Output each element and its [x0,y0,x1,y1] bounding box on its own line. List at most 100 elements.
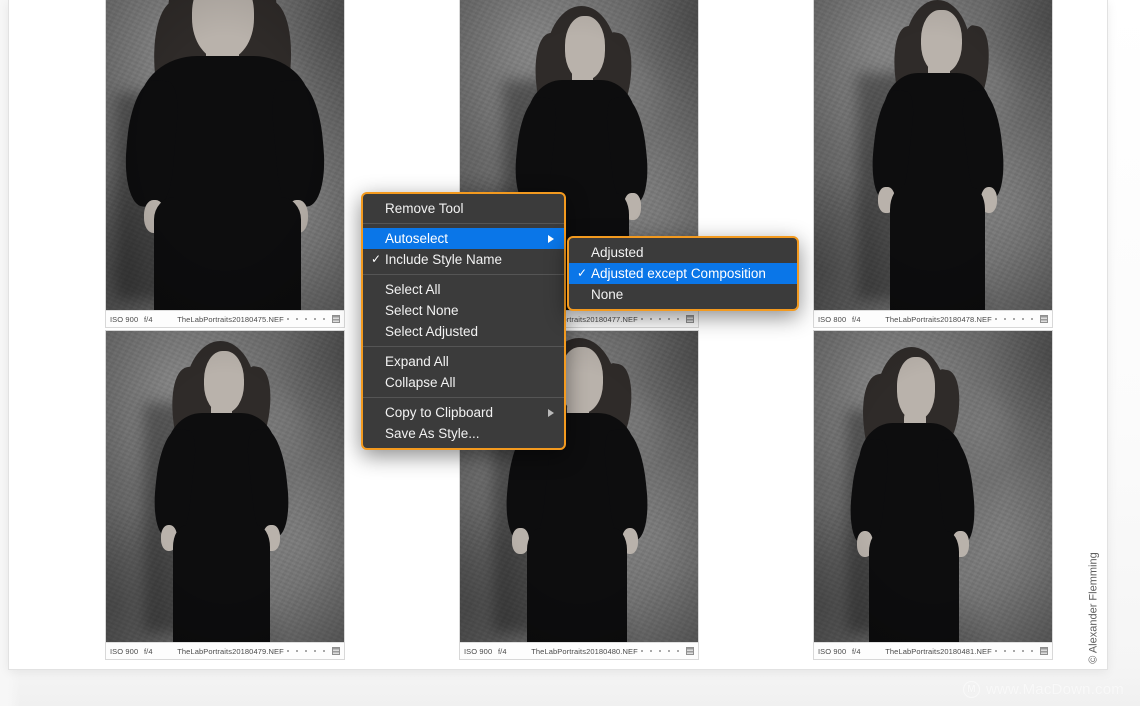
rating-stars[interactable] [995,318,1033,320]
watermark: M www.MacDown.com [963,681,1124,698]
photo-image[interactable] [814,0,1052,327]
menu-item-autoselect[interactable]: Autoselect [363,228,564,249]
menu-item-label: Expand All [385,351,554,372]
star-dot-icon[interactable] [287,318,289,320]
thumbnail-cell[interactable]: ISO 900 f/4 TheLabPortraits20180479.NEF [105,330,345,660]
iso-value: ISO 900 [110,315,144,324]
star-dot-icon[interactable] [668,318,670,320]
checkmark-icon: ✓ [371,249,385,270]
app-window: ISO 900 f/4 TheLabPortraits20180475.NEF [8,0,1108,670]
star-dot-icon[interactable] [995,318,997,320]
menu-item-label: None [591,284,787,305]
star-dot-icon[interactable] [659,318,661,320]
rating-stars[interactable] [995,650,1033,652]
color-label-icon[interactable] [686,315,694,323]
menu-item-remove-tool[interactable]: Remove Tool [363,198,564,219]
thumbnail-frame[interactable]: ISO 900 f/4 TheLabPortraits20180479.NEF [105,330,345,660]
checkmark-icon: ✓ [577,263,591,284]
aperture-value: f/4 [852,315,882,324]
star-dot-icon[interactable] [323,318,325,320]
thumbnail-frame[interactable]: ISO 900 f/4 TheLabPortraits20180475.NEF [105,0,345,328]
photo-image[interactable] [814,331,1052,659]
aperture-value: f/4 [144,647,174,656]
star-dot-icon[interactable] [650,650,652,652]
star-dot-icon[interactable] [995,650,997,652]
color-label-icon[interactable] [332,647,340,655]
iso-value: ISO 900 [110,647,144,656]
star-dot-icon[interactable] [659,650,661,652]
star-dot-icon[interactable] [1004,318,1006,320]
star-dot-icon[interactable] [305,650,307,652]
menu-item-copy-to-clipboard[interactable]: Copy to Clipboard [363,402,564,423]
menu-item-expand-all[interactable]: Expand All [363,351,564,372]
star-dot-icon[interactable] [1022,650,1024,652]
menu-separator [363,223,564,224]
rating-stars[interactable] [287,650,325,652]
filename-value: TheLabPortraits20180479.NEF [174,647,287,656]
star-dot-icon[interactable] [677,650,679,652]
menu-item-include-style-name[interactable]: ✓Include Style Name [363,249,564,270]
rating-stars[interactable] [641,650,679,652]
menu-item-label: Adjusted except Composition [591,263,787,284]
star-dot-icon[interactable] [1022,318,1024,320]
thumbnail-frame[interactable]: ISO 900 f/4 TheLabPortraits20180481.NEF [813,330,1053,660]
star-dot-icon[interactable] [296,318,298,320]
autoselect-submenu[interactable]: Adjusted✓Adjusted except CompositionNone [567,236,799,311]
star-dot-icon[interactable] [296,650,298,652]
thumbnail-metadata: ISO 900 f/4 TheLabPortraits20180479.NEF [106,642,344,659]
star-dot-icon[interactable] [1004,650,1006,652]
thumbnail-metadata: ISO 900 f/4 TheLabPortraits20180480.NEF [460,642,698,659]
menu-item-select-adjusted[interactable]: Select Adjusted [363,321,564,342]
thumbnail-metadata: ISO 800 f/4 TheLabPortraits20180478.NEF [814,310,1052,327]
star-dot-icon[interactable] [641,318,643,320]
menu-item-label: Adjusted [591,242,787,263]
star-dot-icon[interactable] [1031,318,1033,320]
star-dot-icon[interactable] [668,650,670,652]
star-dot-icon[interactable] [1013,318,1015,320]
star-dot-icon[interactable] [641,650,643,652]
context-menu[interactable]: Remove Tool Autoselect✓Include Style Name… [361,192,566,450]
color-label-icon[interactable] [1040,647,1048,655]
photo-vignette [814,331,1052,659]
star-dot-icon[interactable] [305,318,307,320]
star-dot-icon[interactable] [323,650,325,652]
star-dot-icon[interactable] [314,650,316,652]
thumbnail-metadata: ISO 900 f/4 TheLabPortraits20180475.NEF [106,310,344,327]
rating-stars[interactable] [287,318,325,320]
star-dot-icon[interactable] [1013,650,1015,652]
filename-value: TheLabPortraits20180475.NEF [174,315,287,324]
menu-item-collapse-all[interactable]: Collapse All [363,372,564,393]
submenu-arrow-icon [548,409,554,417]
menu-item-save-as-style[interactable]: Save As Style... [363,423,564,444]
menu-item-select-none[interactable]: Select None [363,300,564,321]
thumbnail-cell[interactable]: ISO 900 f/4 TheLabPortraits20180475.NEF [105,0,345,328]
menu-separator [363,346,564,347]
menu-item-label: Copy to Clipboard [385,402,540,423]
color-label-icon[interactable] [332,315,340,323]
star-dot-icon[interactable] [314,318,316,320]
submenu-item-adjusted[interactable]: Adjusted [569,242,797,263]
photo-image[interactable] [106,0,344,327]
star-dot-icon[interactable] [287,650,289,652]
menu-item-label: Remove Tool [385,198,554,219]
star-dot-icon[interactable] [1031,650,1033,652]
menu-item-select-all[interactable]: Select All [363,279,564,300]
thumbnail-metadata: ISO 900 f/4 TheLabPortraits20180481.NEF [814,642,1052,659]
iso-value: ISO 800 [818,315,852,324]
aperture-value: f/4 [144,315,174,324]
menu-separator [363,274,564,275]
photo-vignette [106,331,344,659]
thumbnail-cell[interactable]: ISO 900 f/4 TheLabPortraits20180481.NEF [813,330,1053,660]
thumbnail-frame[interactable]: ISO 800 f/4 TheLabPortraits20180478.NEF [813,0,1053,328]
color-label-icon[interactable] [686,647,694,655]
submenu-item-adjusted-except-composition[interactable]: ✓Adjusted except Composition [569,263,797,284]
thumbnail-cell[interactable]: ISO 800 f/4 TheLabPortraits20180478.NEF [813,0,1053,328]
photo-image[interactable] [106,331,344,659]
submenu-item-none[interactable]: None [569,284,797,305]
color-label-icon[interactable] [1040,315,1048,323]
star-dot-icon[interactable] [650,318,652,320]
menu-item-label: Autoselect [385,228,540,249]
star-dot-icon[interactable] [677,318,679,320]
filename-value: TheLabPortraits20180480.NEF [528,647,641,656]
rating-stars[interactable] [641,318,679,320]
